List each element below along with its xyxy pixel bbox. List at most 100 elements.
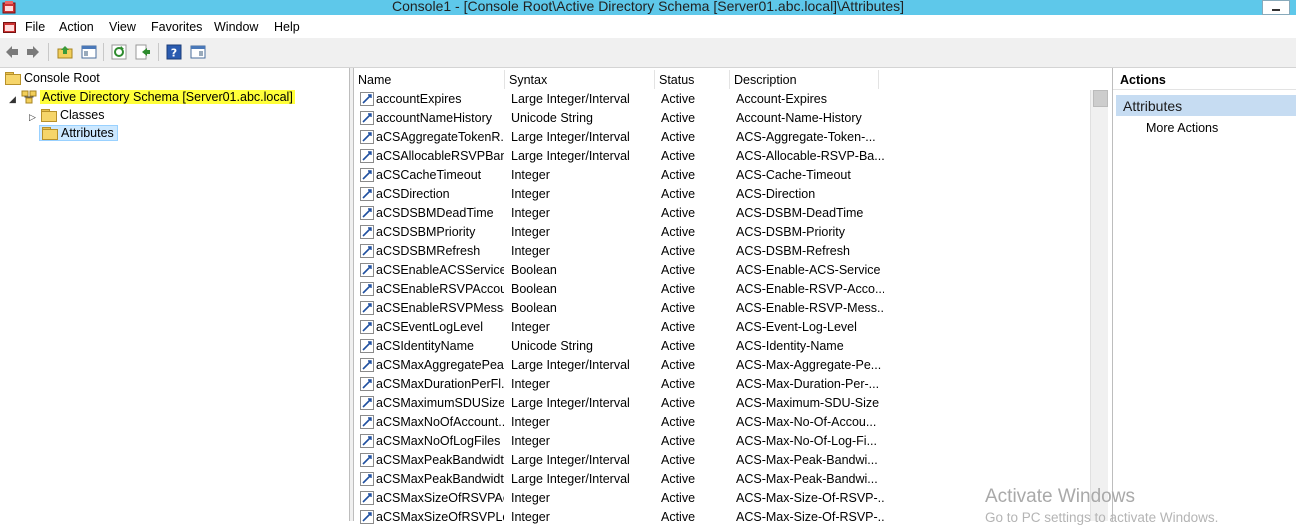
show-hide-action-pane-icon[interactable]: [190, 44, 206, 60]
cell-description: ACS-Maximum-SDU-Size: [736, 396, 880, 410]
cell-description: ACS-Aggregate-Token-...: [736, 130, 876, 144]
table-row[interactable]: accountExpires Large Integer/Interval Acti…: [354, 90, 1094, 109]
scrollbar-thumb[interactable]: [1093, 90, 1108, 107]
table-row[interactable]: aCSEnableRSVPAccou... Boolean Active ACS-En…: [354, 280, 1094, 299]
table-row[interactable]: aCSMaxPeakBandwidt... Large Integer/Inter…: [354, 470, 1094, 489]
toolbar-separator: [103, 43, 104, 61]
column-header-description[interactable]: Description: [730, 70, 879, 89]
column-header-syntax[interactable]: Syntax: [505, 70, 655, 89]
menu-file[interactable]: File: [25, 20, 45, 34]
cell-description: ACS-Max-Size-Of-RSVP-...: [736, 510, 884, 524]
table-row[interactable]: aCSEnableACSService Boolean Active ACS-Enab…: [354, 261, 1094, 280]
table-row[interactable]: aCSAggregateTokenR... Large Integer/Inter…: [354, 128, 1094, 147]
toolbar-separator: [48, 43, 49, 61]
tree-label-attributes: Attributes: [61, 126, 114, 140]
cell-name: aCSMaxPeakBandwidth: [376, 453, 504, 467]
expand-arrow-icon[interactable]: ▷: [29, 112, 36, 123]
cell-name: aCSDSBMRefresh: [376, 244, 481, 258]
menu-action[interactable]: Action: [59, 20, 94, 34]
table-row[interactable]: aCSMaximumSDUSize Large Integer/Interval A…: [354, 394, 1094, 413]
table-row[interactable]: aCSMaxSizeOfRSVPAc... Integer Active ACS-Ma…: [354, 489, 1094, 508]
table-row[interactable]: aCSDSBMDeadTime Integer Active ACS-DSBM-Dea…: [354, 204, 1094, 223]
cell-description: ACS-Direction: [736, 187, 816, 201]
table-row[interactable]: aCSMaxSizeOfRSVPLo... Integer Active ACS-Ma…: [354, 508, 1094, 527]
cell-description: ACS-Allocable-RSVP-Ba...: [736, 149, 884, 163]
table-row[interactable]: aCSAllocableRSVPBan... Large Integer/Inte…: [354, 147, 1094, 166]
more-actions-link[interactable]: More Actions: [1146, 121, 1218, 135]
folder-icon: [42, 126, 58, 140]
cell-description: ACS-Max-No-Of-Log-Fi...: [736, 434, 877, 448]
refresh-icon[interactable]: [111, 44, 127, 60]
cell-syntax: Boolean: [511, 263, 557, 277]
table-row[interactable]: aCSMaxNoOfLogFiles Integer Active ACS-Max-N…: [354, 432, 1094, 451]
table-row[interactable]: aCSMaxPeakBandwidth Large Integer/Interva…: [354, 451, 1094, 470]
table-row[interactable]: aCSMaxAggregatePea... Large Integer/Inter…: [354, 356, 1094, 375]
table-row[interactable]: aCSDSBMRefresh Integer Active ACS-DSBM-Refr…: [354, 242, 1094, 261]
back-icon[interactable]: [4, 44, 20, 60]
menu-favorites[interactable]: Favorites: [151, 20, 202, 34]
attribute-icon: [360, 339, 374, 353]
table-row[interactable]: aCSEnableRSVPMessa... Boolean Active ACS-En…: [354, 299, 1094, 318]
cell-name: aCSMaxNoOfAccount...: [376, 415, 504, 429]
attribute-icon: [360, 301, 374, 315]
table-row[interactable]: aCSMaxDurationPerFl... Integer Active ACS-M…: [354, 375, 1094, 394]
up-folder-icon[interactable]: [57, 44, 73, 60]
cell-description: ACS-Enable-ACS-Service: [736, 263, 881, 277]
minimize-button[interactable]: [1262, 0, 1290, 15]
table-row[interactable]: aCSEventLogLevel Integer Active ACS-Event-L…: [354, 318, 1094, 337]
show-hide-tree-icon[interactable]: [81, 44, 97, 60]
cell-status: Active: [661, 263, 696, 277]
table-row[interactable]: aCSDSBMPriority Integer Active ACS-DSBM-Pri…: [354, 223, 1094, 242]
cell-syntax: Integer: [511, 377, 550, 391]
forward-icon[interactable]: [25, 44, 41, 60]
export-list-icon[interactable]: [135, 44, 151, 60]
cell-syntax: Large Integer/Interval: [511, 92, 630, 106]
cell-status: Active: [661, 225, 696, 239]
tree-node-classes[interactable]: Classes: [41, 107, 104, 124]
menu-help[interactable]: Help: [274, 20, 300, 34]
cell-name: aCSCacheTimeout: [376, 168, 482, 182]
cell-description: ACS-Enable-RSVP-Mess...: [736, 301, 884, 315]
table-row[interactable]: aCSDirection Integer Active ACS-Direction: [354, 185, 1094, 204]
cell-description: ACS-Max-Aggregate-Pe...: [736, 358, 882, 372]
cell-description: ACS-DSBM-DeadTime: [736, 206, 864, 220]
list-vertical-scrollbar[interactable]: [1090, 90, 1108, 521]
help-icon[interactable]: ?: [166, 44, 182, 60]
attribute-icon: [360, 282, 374, 296]
cell-status: Active: [661, 415, 696, 429]
tree-node-ad-schema[interactable]: Active Directory Schema [Server01.abc.lo…: [21, 89, 295, 106]
cell-name: aCSAllocableRSVPBan...: [376, 149, 504, 163]
cell-status: Active: [661, 282, 696, 296]
cell-syntax: Integer: [511, 491, 550, 505]
table-row[interactable]: aCSIdentityName Unicode String Active ACS-I…: [354, 337, 1094, 356]
cell-status: Active: [661, 187, 696, 201]
cell-syntax: Large Integer/Interval: [511, 130, 630, 144]
column-header-status[interactable]: Status: [655, 70, 730, 89]
attribute-icon: [360, 358, 374, 372]
cell-syntax: Integer: [511, 206, 550, 220]
cell-status: Active: [661, 92, 696, 106]
cell-name: aCSDSBMPriority: [376, 225, 476, 239]
collapse-arrow-icon[interactable]: ◢: [9, 94, 16, 105]
attribute-icon: [360, 111, 374, 125]
cell-name: aCSMaxSizeOfRSVPAc...: [376, 491, 504, 505]
actions-header: Actions: [1113, 70, 1296, 90]
table-row[interactable]: accountNameHistory Unicode String Active Ac…: [354, 109, 1094, 128]
column-header-name[interactable]: Name: [354, 70, 505, 89]
tree-node-attributes[interactable]: Attributes: [39, 125, 118, 142]
table-row[interactable]: aCSCacheTimeout Integer Active ACS-Cache-Ti…: [354, 166, 1094, 185]
attribute-icon: [360, 377, 374, 391]
cell-status: Active: [661, 149, 696, 163]
menu-view[interactable]: View: [109, 20, 136, 34]
cell-name: aCSIdentityName: [376, 339, 474, 353]
tree-node-console-root[interactable]: Console Root: [5, 70, 100, 87]
attribute-icon: [360, 225, 374, 239]
console-menu-icon[interactable]: [3, 20, 16, 33]
schema-snapin-icon: [21, 90, 37, 104]
actions-section-attributes[interactable]: Attributes: [1116, 95, 1296, 116]
table-row[interactable]: aCSMaxNoOfAccount... Integer Active ACS-Max…: [354, 413, 1094, 432]
menu-window[interactable]: Window: [214, 20, 258, 34]
cell-syntax: Large Integer/Interval: [511, 453, 630, 467]
attribute-icon: [360, 453, 374, 467]
cell-status: Active: [661, 320, 696, 334]
